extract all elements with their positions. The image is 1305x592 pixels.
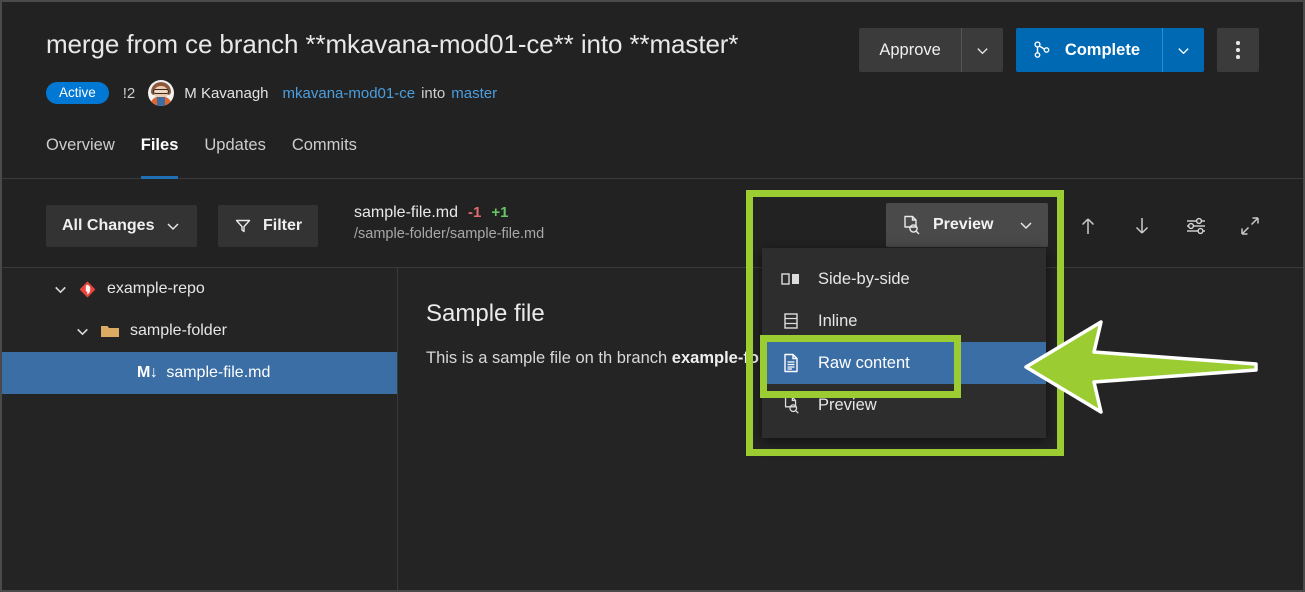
page-header: merge from ce branch **mkavana-mod01-ce*…	[2, 2, 1303, 179]
dot	[1236, 48, 1240, 52]
menu-item-side-by-side[interactable]: Side-by-side	[762, 258, 1046, 300]
status-badge: Active	[46, 81, 109, 105]
chevron-down-icon	[977, 47, 988, 54]
menu-item-label: Preview	[818, 395, 877, 414]
preview-icon	[904, 215, 920, 235]
chevron-down-icon	[167, 223, 179, 231]
chevron-down-icon	[1178, 47, 1189, 54]
complete-button-label: Complete	[1064, 40, 1140, 59]
dot	[1236, 55, 1240, 59]
menu-item-raw-content[interactable]: Raw content	[762, 342, 1046, 384]
side-by-side-icon	[780, 268, 802, 290]
file-name: sample-file.md	[354, 204, 459, 221]
tree-item-example-repo[interactable]: example-repo	[2, 268, 397, 310]
pr-id-label: !2	[122, 84, 136, 102]
toolbar-icon-group	[1073, 205, 1265, 247]
previous-change-button[interactable]	[1073, 211, 1103, 241]
preview-view-dropdown[interactable]: Preview	[886, 203, 1048, 247]
menu-item-inline[interactable]: Inline	[762, 300, 1046, 342]
page-title: merge from ce branch **mkavana-mod01-ce*…	[46, 29, 739, 59]
diff-settings-button[interactable]	[1181, 211, 1211, 241]
menu-item-label: Inline	[818, 311, 858, 330]
all-changes-dropdown[interactable]: All Changes	[46, 205, 198, 247]
menu-item-preview[interactable]: Preview	[762, 384, 1046, 426]
approve-split-button[interactable]: Approve	[859, 28, 1003, 72]
inline-icon	[780, 310, 802, 332]
settings-sliders-icon	[1187, 217, 1205, 235]
tab-updates[interactable]: Updates	[204, 136, 265, 179]
document-paragraph: This is a sample file on th branch examp…	[426, 349, 789, 368]
raw-content-icon	[780, 352, 802, 374]
expand-icon	[1241, 217, 1259, 235]
complete-split-button[interactable]: Complete	[1015, 28, 1204, 72]
document-heading: Sample file	[426, 300, 545, 327]
header-actions: Approve Complete	[859, 28, 1259, 72]
preview-button-label: Preview	[933, 216, 994, 233]
all-changes-label: All Changes	[62, 217, 155, 234]
approve-dropdown-button[interactable]	[960, 28, 1003, 72]
tab-commits[interactable]: Commits	[292, 136, 357, 179]
file-info: sample-file.md -1 +1 /sample-folder/samp…	[354, 204, 544, 242]
file-tree-sidebar: example-repo sample-folder M↓ sample-fil…	[2, 268, 398, 590]
chevron-down-icon[interactable]	[74, 323, 91, 340]
diff-deletions: -1	[468, 204, 482, 221]
into-label: into	[421, 84, 446, 102]
folder-icon	[101, 326, 119, 337]
markdown-icon: M↓	[137, 364, 158, 381]
view-mode-menu: Side-by-side Inline Raw content Preview	[762, 248, 1046, 438]
complete-dropdown-button[interactable]	[1162, 28, 1204, 72]
tab-files[interactable]: Files	[140, 136, 178, 179]
tree-item-label: example-repo	[107, 280, 205, 297]
complete-button[interactable]: Complete	[1015, 28, 1162, 72]
tree-item-label: sample-file.md	[166, 364, 271, 381]
avatar	[148, 80, 175, 106]
azure-repo-icon	[79, 280, 96, 298]
target-branch-link[interactable]: master	[451, 85, 497, 102]
chevron-down-icon	[1020, 222, 1032, 230]
author-name: M Kavanagh	[184, 84, 269, 102]
preview-icon	[780, 394, 802, 416]
filter-icon	[235, 219, 251, 233]
chevron-down-icon[interactable]	[52, 281, 69, 298]
file-path: /sample-folder/sample-file.md	[354, 226, 545, 242]
arrow-up-icon	[1081, 218, 1095, 234]
more-options-button[interactable]	[1217, 28, 1259, 72]
next-change-button[interactable]	[1127, 211, 1157, 241]
dot	[1236, 41, 1240, 45]
azure-devops-pull-request-page: merge from ce branch **mkavana-mod01-ce*…	[0, 0, 1305, 592]
tree-item-sample-file[interactable]: M↓ sample-file.md	[2, 352, 397, 394]
paragraph-prefix: This is a sample file on th branch	[426, 349, 672, 367]
paragraph-bold: exa	[671, 349, 700, 367]
files-body: example-repo sample-folder M↓ sample-fil…	[2, 268, 1303, 590]
diff-additions: +1	[491, 204, 509, 221]
approve-button[interactable]: Approve	[859, 28, 961, 72]
tab-bar: Overview Files Updates Commits	[46, 136, 357, 179]
filter-button[interactable]: Filter	[218, 205, 319, 247]
source-branch-link[interactable]: mkavana-mod01-ce	[283, 85, 416, 102]
fullscreen-button[interactable]	[1235, 211, 1265, 241]
arrow-down-icon	[1135, 218, 1149, 234]
menu-item-label: Raw content	[818, 353, 910, 372]
filter-label: Filter	[263, 217, 303, 234]
tree-item-sample-folder[interactable]: sample-folder	[2, 310, 397, 352]
tree-item-label: sample-folder	[130, 322, 227, 339]
pr-meta-row: Active !2 M Kavanagh mkavana-mod01-ce in…	[46, 80, 497, 106]
tab-overview[interactable]: Overview	[46, 136, 115, 179]
merge-branch-icon	[1034, 41, 1050, 58]
menu-item-label: Side-by-side	[818, 269, 910, 288]
